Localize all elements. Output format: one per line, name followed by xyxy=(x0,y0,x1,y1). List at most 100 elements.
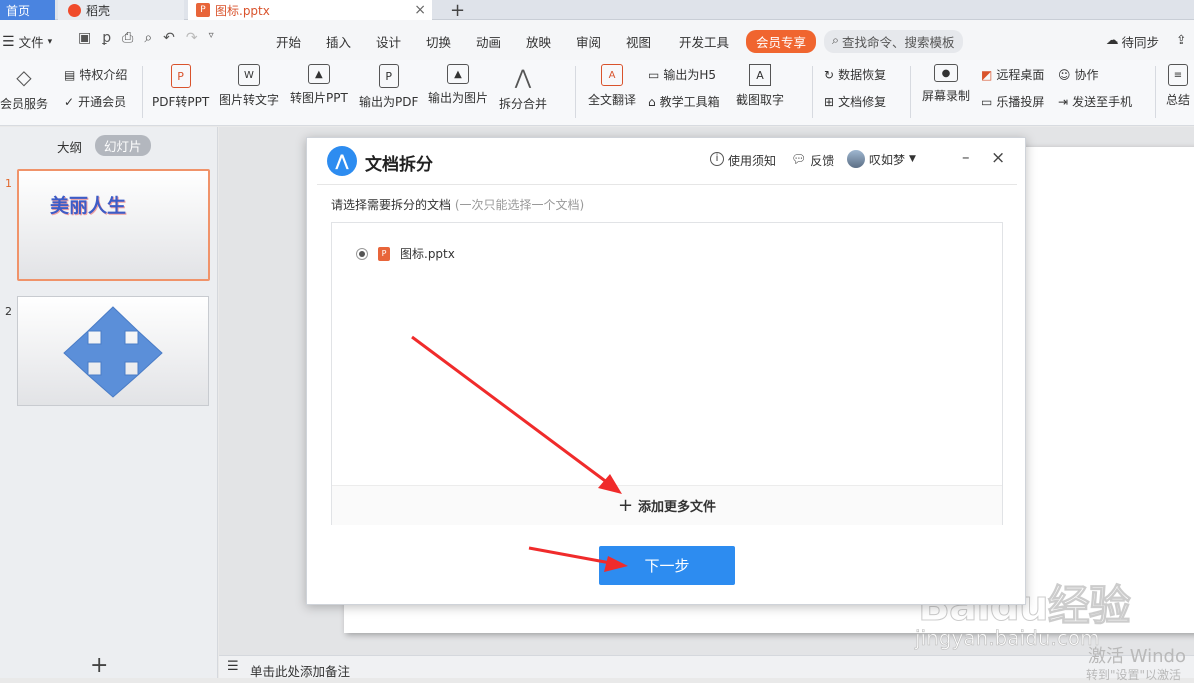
header-divider xyxy=(317,184,1017,185)
minimize-icon[interactable]: – xyxy=(962,148,970,166)
dialog-title: 文档拆分 xyxy=(365,155,433,175)
separator xyxy=(812,66,813,118)
open-member-label: 开通会员 xyxy=(78,95,127,109)
export-h5-button[interactable]: ▭ 输出为H5 xyxy=(648,66,716,83)
menu-qiehuan[interactable]: 切换 xyxy=(426,32,451,51)
cast-button[interactable]: ▭ 乐播投屏 xyxy=(981,93,1044,110)
format-painter-icon[interactable]: ꝑ xyxy=(102,30,111,46)
feedback-label: 反馈 xyxy=(810,154,835,168)
member-service-button[interactable]: ◇ 会员服务 xyxy=(0,64,48,112)
split-document-dialog: ⋀ 文档拆分 i 使用须知 💬︎ 反馈 叹如梦 ▼ – × 请选择需要拆分的文档… xyxy=(306,137,1026,605)
add-more-area[interactable]: + 添加更多文件 xyxy=(332,485,1002,525)
remote-desktop-label: 远程桌面 xyxy=(996,68,1045,82)
menu-kaifa[interactable]: 开发工具 xyxy=(679,32,729,51)
teach-tools-button[interactable]: ⌂ 教学工具箱 xyxy=(648,93,720,110)
split-merge-button[interactable]: ⋀ 拆分合并 xyxy=(499,64,547,112)
user-menu[interactable]: 叹如梦 ▼ xyxy=(847,150,916,168)
open-member-button[interactable]: ✓ 开通会员 xyxy=(64,93,126,110)
next-button[interactable]: 下一步 xyxy=(599,546,735,585)
privilege-button[interactable]: ▤ 特权介绍 xyxy=(64,66,127,83)
redo-icon[interactable]: ↷ xyxy=(186,30,198,46)
menu-member[interactable]: 会员专享 xyxy=(746,30,817,53)
menu-charu[interactable]: 插入 xyxy=(326,32,351,51)
user-name: 叹如梦 xyxy=(869,152,906,167)
summary-button[interactable]: ≡ 总结 xyxy=(1166,64,1190,108)
file-list: P 图标.pptx + 添加更多文件 xyxy=(331,222,1003,525)
translate-button[interactable]: A 全文翻译 xyxy=(588,64,636,108)
pdf-to-ppt-button[interactable]: P PDF转PPT xyxy=(152,64,209,110)
print-icon[interactable]: ⎙ xyxy=(122,30,133,46)
img-to-text-button[interactable]: W 图片转文字 xyxy=(219,64,279,108)
export-img-button[interactable]: ▲ 输出为图片 xyxy=(428,64,488,106)
new-tab-button[interactable]: + xyxy=(450,0,465,21)
slide-thumbnail-2[interactable] xyxy=(17,296,209,406)
separator xyxy=(575,66,576,118)
doc-repair-button[interactable]: ⊞ 文档修复 xyxy=(824,93,886,110)
add-more-label: 添加更多文件 xyxy=(638,500,717,515)
img-to-text-label: 图片转文字 xyxy=(219,93,280,107)
pptx-file-icon: P xyxy=(378,246,390,261)
menu-sheji[interactable]: 设计 xyxy=(376,32,401,51)
info-icon: i xyxy=(710,152,724,166)
notes-bar[interactable]: ☰ 单击此处添加备注 xyxy=(219,655,1194,679)
menu-kaishi[interactable]: 开始 xyxy=(276,32,301,51)
collab-button[interactable]: ☺ 协作 xyxy=(1058,66,1099,83)
preview-icon[interactable]: ⌕ xyxy=(144,30,152,46)
menu-bar: ☰ 文件 ▾ ▣ ꝑ ⎙ ⌕ ↶ ↷ ▿ 开始 插入 设计 切换 动画 放映 审… xyxy=(0,20,1194,60)
file-menu[interactable]: ☰ 文件 ▾ xyxy=(2,32,52,51)
search-box[interactable]: ⌕ 查找命令、搜索模板 xyxy=(824,30,963,53)
close-icon[interactable]: × xyxy=(991,148,1005,168)
tab-document[interactable]: P 图标.pptx × xyxy=(188,0,432,20)
menu-shitu[interactable]: 视图 xyxy=(626,32,651,51)
help-link[interactable]: i 使用须知 xyxy=(710,152,776,169)
save-icon[interactable]: ▣ xyxy=(78,30,91,46)
privilege-label: 特权介绍 xyxy=(79,68,128,82)
sync-status[interactable]: ☁ 待同步 xyxy=(1106,32,1159,51)
menu-shenyue[interactable]: 审阅 xyxy=(576,32,601,51)
ribbon-toolbar: ◇ 会员服务 ▤ 特权介绍 ✓ 开通会员 P PDF转PPT W 图片转文字 ▲ 转… xyxy=(0,60,1194,126)
translate-icon: A xyxy=(601,64,623,86)
activate-windows-text: 激活 Windo xyxy=(1088,646,1186,667)
img-to-text-icon: W xyxy=(238,64,260,86)
pdf-to-ppt-icon: P xyxy=(170,64,191,88)
to-img-ppt-button[interactable]: ▲ 转图片PPT xyxy=(290,64,348,106)
customize-icon[interactable]: ▿ xyxy=(209,30,214,46)
repair-icon: ⊞ xyxy=(824,94,835,109)
menu-fangying[interactable]: 放映 xyxy=(526,32,551,51)
notes-icon: ☰ xyxy=(227,659,239,674)
next-label: 下一步 xyxy=(644,557,690,575)
radio-selected[interactable] xyxy=(356,247,368,260)
search-placeholder: 查找命令、搜索模板 xyxy=(842,35,955,50)
quick-access-toolbar: ▣ ꝑ ⎙ ⌕ ↶ ↷ ▿ xyxy=(78,30,214,46)
export-image-icon: ▲ xyxy=(447,64,469,84)
tv-icon: ▭ xyxy=(981,94,993,109)
slide-thumbnail-1[interactable]: 美丽人生 xyxy=(17,169,210,281)
split-merge-label: 拆分合并 xyxy=(499,97,548,111)
tab-daoke[interactable]: 稻壳 xyxy=(58,0,184,20)
data-recover-label: 数据恢复 xyxy=(838,68,887,82)
feedback-link[interactable]: 💬︎ 反馈 xyxy=(791,152,834,169)
cloud-icon: ☁ xyxy=(1106,32,1119,47)
tab-home[interactable]: 首页 xyxy=(0,0,55,20)
close-tab-icon[interactable]: × xyxy=(414,2,426,18)
screenshot-text-button[interactable]: A 截图取字 xyxy=(736,64,784,108)
sync-label: 待同步 xyxy=(1121,35,1160,50)
undo-icon[interactable]: ↶ xyxy=(163,30,175,46)
menu-donghua[interactable]: 动画 xyxy=(476,32,501,51)
daoke-logo-icon xyxy=(68,3,81,17)
slides-tab[interactable]: 幻灯片 xyxy=(95,135,151,156)
four-way-arrow-icon xyxy=(63,306,163,398)
file-menu-label: 文件 xyxy=(18,35,44,50)
chevron-down-icon: ▼ xyxy=(909,154,916,164)
record-icon: ● xyxy=(934,64,958,82)
send-phone-button[interactable]: ⇥ 发送至手机 xyxy=(1058,93,1132,110)
data-recover-button[interactable]: ↻ 数据恢复 xyxy=(824,66,886,83)
export-pdf-button[interactable]: P 输出为PDF xyxy=(359,64,418,110)
file-item[interactable]: P 图标.pptx xyxy=(356,245,455,262)
add-slide-button[interactable]: + xyxy=(90,653,108,678)
remote-desktop-button[interactable]: ◩ 远程桌面 xyxy=(981,66,1044,83)
outline-tab[interactable]: 大纲 xyxy=(57,137,82,156)
to-img-ppt-label: 转图片PPT xyxy=(290,91,348,105)
share-icon[interactable]: ⇪ xyxy=(1176,32,1186,47)
screen-record-button[interactable]: ● 屏幕录制 xyxy=(922,64,970,104)
